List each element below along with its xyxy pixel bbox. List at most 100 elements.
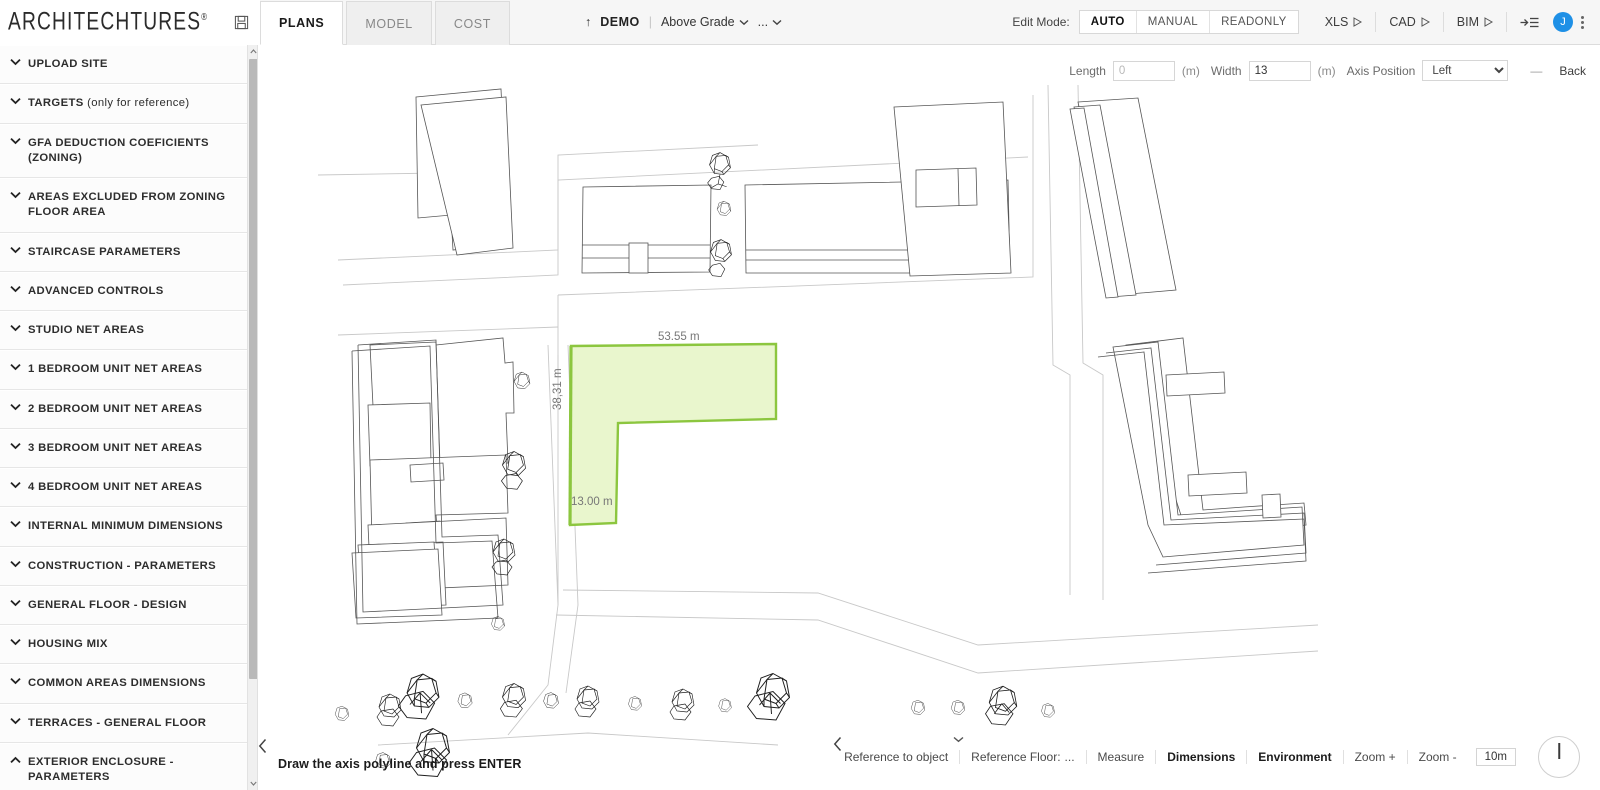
sidebar-item-label: COMMON AREAS DIMENSIONS — [28, 677, 206, 690]
sidebar-item-label: GENERAL FLOOR - DESIGN — [28, 598, 187, 611]
compass-north-icon[interactable] — [1538, 736, 1580, 778]
building-footprints — [351, 88, 1307, 625]
sidebar-item-terraces-general-floor[interactable]: TERRACES - GENERAL FLOOR — [0, 703, 257, 743]
chevron-down-icon — [10, 560, 21, 567]
chevron-down-icon — [10, 364, 21, 371]
chevron-down-icon — [10, 638, 21, 646]
sidebar-item-label: STUDIO NET AREAS — [28, 324, 145, 336]
sidebar-item-internal-minimum-dimensions[interactable]: INTERNAL MINIMUM DIMENSIONS — [0, 507, 257, 547]
chevron-down-icon — [10, 481, 21, 489]
edit-mode-manual[interactable]: MANUAL — [1137, 11, 1211, 33]
project-name[interactable]: DEMO — [600, 15, 640, 29]
chevron-down-icon — [10, 191, 21, 199]
edit-mode-switch: AUTO MANUAL READONLY — [1078, 10, 1299, 34]
back-button[interactable]: Back — [1559, 64, 1586, 78]
play-triangle-icon — [1353, 17, 1363, 27]
sidebar-item-3-bedroom-net-areas[interactable]: 3 BEDROOM UNIT NET AREAS — [0, 428, 257, 468]
chevron-down-icon — [772, 19, 782, 25]
edit-mode-label: Edit Mode: — [1012, 15, 1070, 29]
chevron-down-icon — [10, 717, 21, 724]
reference-floor-label: Reference Floor: — [971, 750, 1061, 764]
zoom-out-button[interactable]: Zoom - — [1406, 750, 1468, 764]
sidebar-item-label: ADVANCED CONTROLS — [28, 284, 164, 297]
tab-model[interactable]: MODEL — [346, 1, 432, 45]
reference-floor-selector[interactable]: Reference Floor: ... — [953, 736, 1085, 764]
sidebar-item-gfa-deduction-coeficients[interactable]: GFA DEDUCTION COEFICIENTS (ZONING) — [0, 123, 257, 178]
axis-position-select[interactable]: Left — [1422, 60, 1509, 81]
play-triangle-icon — [1484, 17, 1493, 27]
chevron-down-icon — [953, 736, 964, 743]
sidebar-scrollbar-thumb[interactable] — [249, 59, 257, 679]
sidebar-item-1-bedroom-net-areas[interactable]: 1 BEDROOM UNIT NET AREAS — [0, 350, 257, 390]
chevron-down-icon — [10, 137, 21, 144]
dimensions-button[interactable]: Dimensions — [1155, 750, 1246, 764]
app-logo-text: ARCHITECHTURES — [8, 8, 202, 36]
save-icon[interactable] — [229, 11, 253, 35]
width-input[interactable] — [1248, 60, 1311, 81]
parameters-sidebar: UPLOAD SITE TARGETS (only for reference)… — [0, 45, 258, 790]
sidebar-item-exterior-enclosure-parameters[interactable]: EXTERIOR ENCLOSURE - PARAMETERS — [0, 742, 257, 790]
sidebar-item-label: 1 BEDROOM UNIT NET AREAS — [28, 363, 203, 376]
chevron-down-icon — [10, 58, 21, 66]
sidebar-item-label: INTERNAL MINIMUM DIMENSIONS — [28, 520, 224, 533]
grade-selector[interactable]: Above Grade — [661, 15, 749, 29]
edit-mode-readonly[interactable]: READONLY — [1210, 11, 1298, 33]
sidebar-item-upload-site[interactable]: UPLOAD SITE — [0, 45, 257, 85]
user-avatar[interactable]: J — [1553, 12, 1573, 32]
sidebar-item-common-areas-dimensions[interactable]: COMMON AREAS DIMENSIONS — [0, 664, 257, 704]
collapse-panel-icon[interactable] — [1506, 12, 1543, 32]
chevron-down-icon — [10, 599, 21, 607]
sidebar-item-general-floor-design[interactable]: GENERAL FLOOR - DESIGN — [0, 585, 257, 625]
canvas-bottom-toolbar: Reference to object Reference Floor: ...… — [833, 736, 1592, 778]
reference-to-object-label[interactable]: Reference to object — [833, 750, 959, 764]
scroll-down-arrow-icon[interactable] — [248, 777, 257, 790]
length-unit: (m) — [1181, 63, 1200, 78]
sidebar-item-staircase-parameters[interactable]: STAIRCASE PARAMETERS — [0, 232, 257, 272]
measure-button[interactable]: Measure — [1085, 750, 1156, 764]
environment-button[interactable]: Environment — [1246, 750, 1342, 764]
more-selector[interactable]: ... — [758, 15, 782, 29]
site-plan-canvas[interactable]: 53.55 m 38,31 m 13.00 m Length 0 (m) Wid… — [258, 45, 1600, 790]
tab-plans[interactable]: PLANS — [260, 1, 344, 45]
sidebar-item-subtitle: (only for reference) — [83, 97, 190, 110]
more-selector-label: ... — [757, 15, 769, 29]
play-triangle-icon — [1421, 17, 1430, 27]
sidebar-item-2-bedroom-net-areas[interactable]: 2 BEDROOM UNIT NET AREAS — [0, 389, 257, 429]
sidebar-item-label: EXTERIOR ENCLOSURE - PARAMETERS — [28, 755, 174, 783]
length-input[interactable] — [1112, 60, 1175, 81]
sidebar-item-advanced-controls[interactable]: ADVANCED CONTROLS — [0, 271, 257, 311]
sidebar-item-title: TARGETS — [28, 97, 84, 110]
scroll-up-arrow-icon[interactable] — [248, 45, 257, 58]
sidebar-item-areas-excluded[interactable]: AREAS EXCLUDED FROM ZONING FLOOR AREA — [0, 178, 257, 233]
site-plan-drawing: 53.55 m 38,31 m 13.00 m — [317, 84, 1319, 778]
sidebar-item-studio-net-areas[interactable]: STUDIO NET AREAS — [0, 311, 257, 351]
sidebar-item-targets[interactable]: TARGETS (only for reference) — [0, 84, 257, 124]
chevron-down-icon — [10, 442, 21, 450]
sidebar-item-label: AREAS EXCLUDED FROM ZONING FLOOR AREA — [28, 191, 226, 219]
sidebar-item-construction-parameters[interactable]: CONSTRUCTION - PARAMETERS — [0, 546, 257, 586]
sidebar-item-label: HOUSING MIX — [28, 638, 108, 650]
tab-cost[interactable]: COST — [434, 1, 510, 45]
sidebar-item-4-bedroom-net-areas[interactable]: 4 BEDROOM UNIT NET AREAS — [0, 468, 257, 508]
axis-position-label: Axis Position — [1346, 63, 1416, 78]
brand-zone: ARCHITECHTURES® — [0, 0, 308, 45]
scale-indicator[interactable]: 10m — [1475, 748, 1516, 766]
edit-mode-auto[interactable]: AUTO — [1080, 11, 1137, 33]
app-logo: ARCHITECHTURES® — [8, 8, 207, 37]
zoom-in-button[interactable]: Zoom + — [1342, 750, 1407, 764]
sidebar-item-housing-mix[interactable]: HOUSING MIX — [0, 625, 257, 665]
chevron-down-icon — [10, 285, 21, 293]
sidebar-scrollbar[interactable] — [247, 45, 257, 790]
upload-arrow-icon[interactable]: ↑ — [585, 15, 591, 29]
sidebar-item-label: TARGETS (only for reference) — [28, 96, 190, 111]
top-toolbar: ARCHITECHTURES® PLANS MODEL COST ↑ DEMO … — [0, 0, 1600, 45]
export-xls-button[interactable]: XLS — [1311, 12, 1376, 32]
export-bim-button[interactable]: BIM — [1442, 12, 1506, 32]
kebab-menu-icon[interactable] — [1577, 13, 1588, 32]
project-separator: | — [648, 15, 652, 29]
export-cad-button[interactable]: CAD — [1375, 12, 1442, 32]
width-label: Width — [1210, 63, 1242, 78]
dimension-bottom: 13.00 m — [571, 496, 613, 508]
dimension-left: 38,31 m — [552, 368, 564, 410]
minimize-button[interactable]: — — [1530, 64, 1543, 78]
